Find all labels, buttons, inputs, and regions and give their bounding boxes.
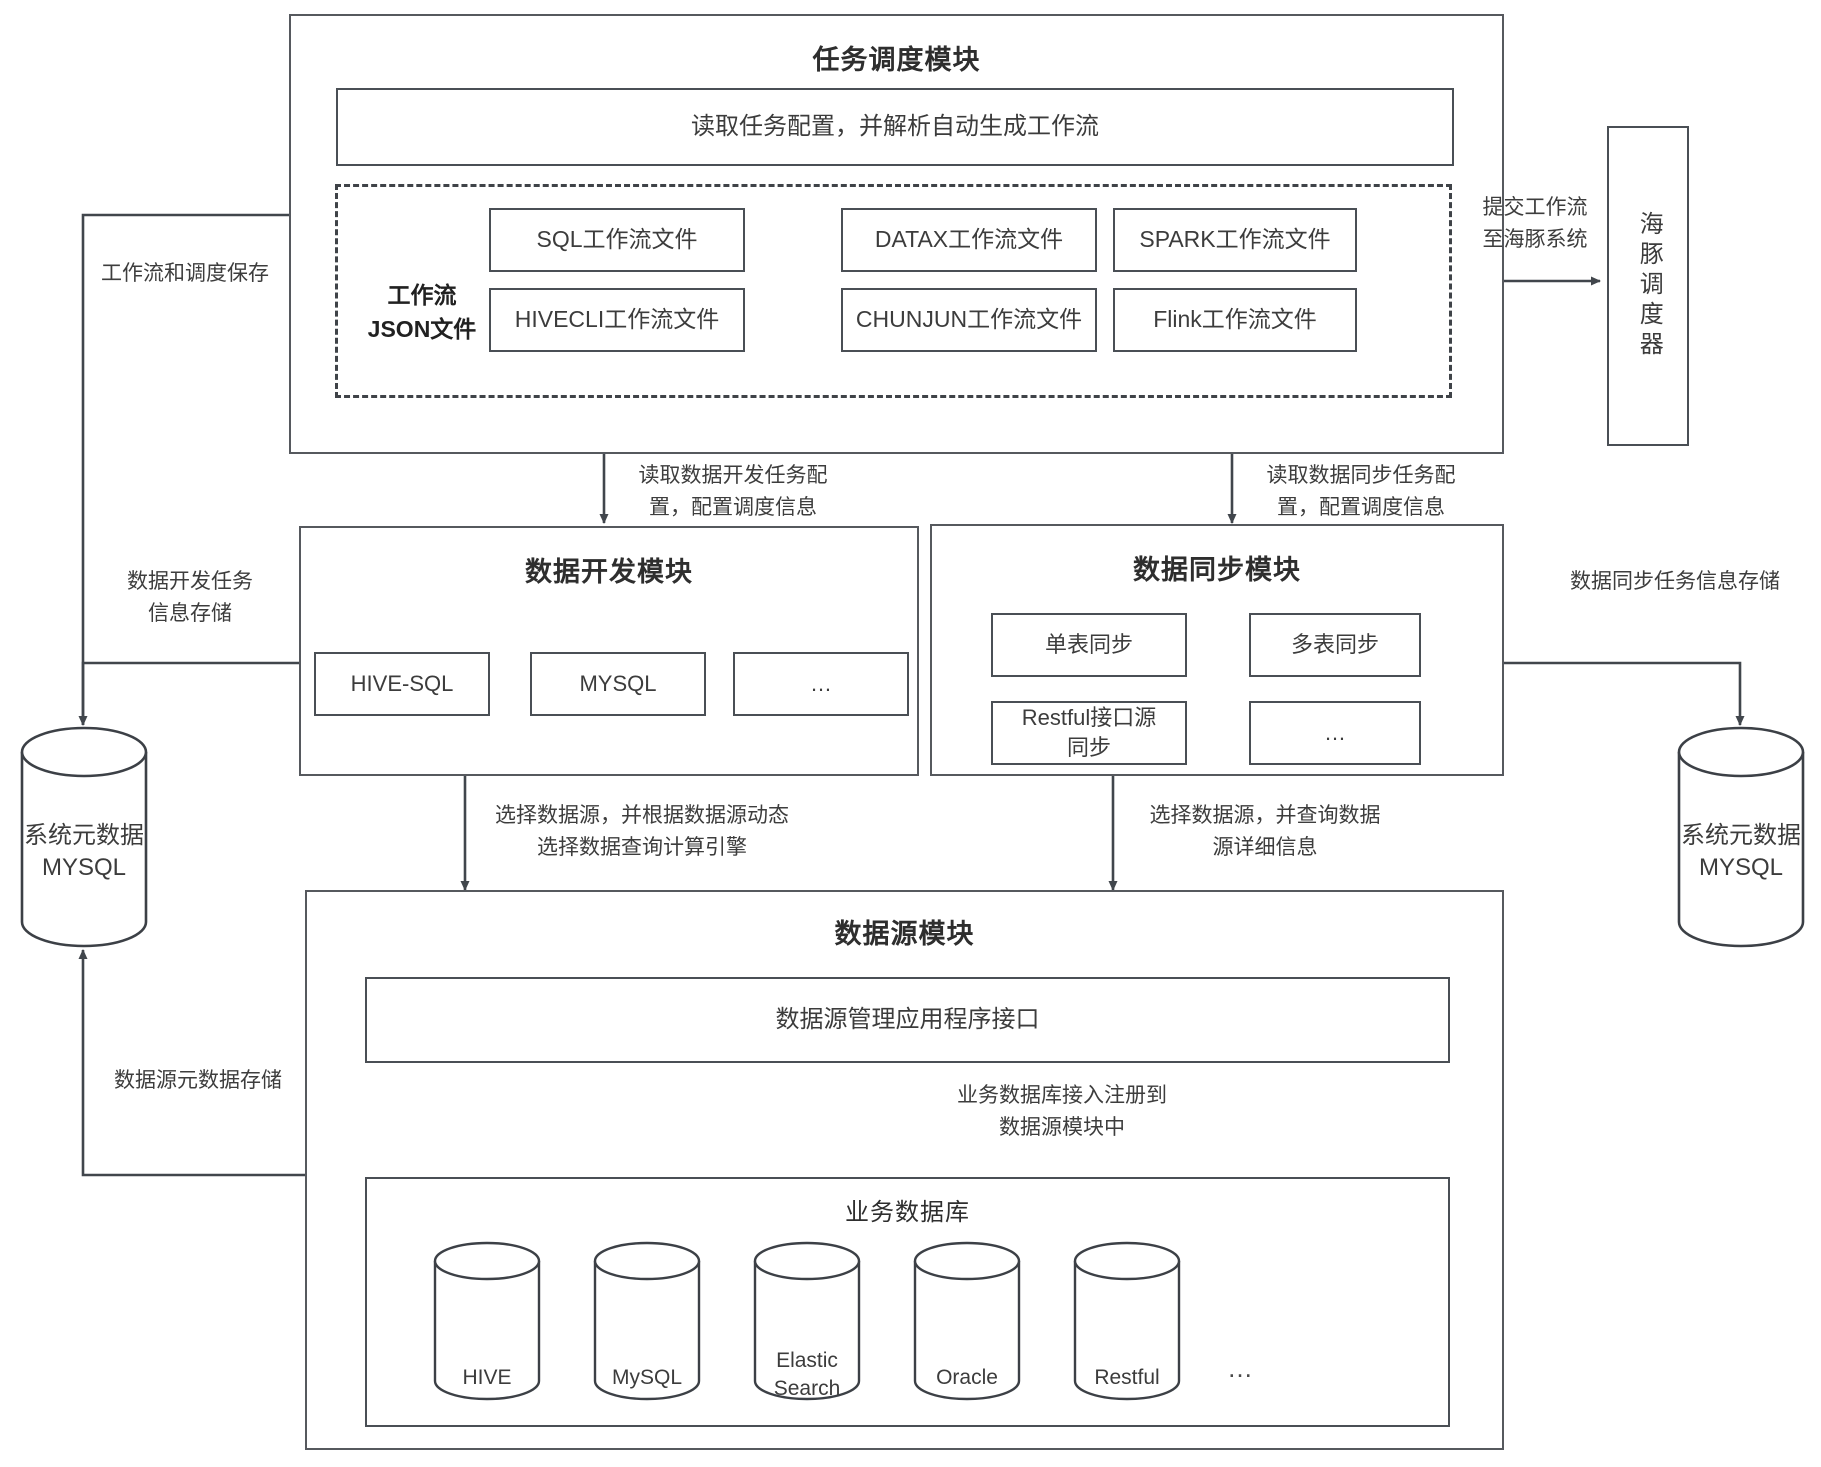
wire-dev-task-store — [81, 661, 299, 725]
db-label-mysql: MySQL — [611, 1366, 682, 1389]
dev-item-mysql[interactable]: MYSQL — [530, 652, 706, 716]
sync-item-restful-source[interactable]: Restful接口源 同步 — [991, 701, 1187, 765]
db-label-more: … — [1227, 1353, 1255, 1383]
data-sync-module: 数据同步模块 单表同步 多表同步 Restful接口源 同步 … — [930, 524, 1504, 776]
business-database-title: 业务数据库 — [845, 1199, 970, 1226]
label-select-source-query: 选择数据源，并查询数据 源详细信息 — [1149, 804, 1381, 859]
db-label-oracle: Oracle — [936, 1366, 998, 1389]
label-read-dev-task-config: 读取数据开发任务配 置，配置调度信息 — [638, 464, 828, 519]
business-database-panel: 业务数据库 HIVE MySQL Elastic Search Oracle R… — [365, 1177, 1450, 1427]
label-datasource-meta-store: 数据源元数据存储 — [114, 1069, 282, 1092]
dev-item-more[interactable]: … — [733, 652, 909, 716]
right-metadata-label: 系统元数据 MYSQL — [1681, 822, 1801, 882]
workflow-json-group-label: 工作流 JSON文件 — [367, 282, 477, 342]
sync-item-multi-table[interactable]: 多表同步 — [1249, 613, 1421, 677]
data-source-module: 数据源模块 数据源管理应用程序接口 业务数据库 HIVE MySQL Elast… — [305, 890, 1504, 1450]
label-select-source-engine: 选择数据源，并根据数据源动态 选择数据查询计算引擎 — [495, 804, 789, 859]
scheduling-module: 任务调度模块 读取任务配置，并解析自动生成工作流 工作流 JSON文件 SQL工… — [289, 14, 1504, 454]
dolphin-scheduler-box: 海豚调度器 — [1607, 126, 1689, 446]
data-dev-module: 数据开发模块 HIVE-SQL MYSQL … — [299, 526, 919, 776]
label-sync-task-store: 数据同步任务信息存储 — [1570, 570, 1780, 593]
sync-item-more[interactable]: … — [1249, 701, 1421, 765]
data-source-module-title: 数据源模块 — [834, 919, 975, 949]
workflow-file-spark[interactable]: SPARK工作流文件 — [1113, 208, 1357, 272]
left-metadata-label: 系统元数据 MYSQL — [24, 822, 144, 882]
wire-datasource-meta-store — [78, 949, 305, 1177]
workflow-file-sql[interactable]: SQL工作流文件 — [489, 208, 745, 272]
db-label-elastic-search: Elastic Search — [773, 1349, 841, 1401]
workflow-file-chunjun[interactable]: CHUNJUN工作流文件 — [841, 288, 1097, 352]
workflow-file-datax[interactable]: DATAX工作流文件 — [841, 208, 1097, 272]
submit-workflow-label: 提交工作流 至海豚系统 — [1482, 196, 1588, 251]
scheduling-module-title: 任务调度模块 — [812, 45, 981, 75]
db-label-hive: HIVE — [462, 1366, 512, 1389]
label-dev-task-store: 数据开发任务 信息存储 — [127, 570, 253, 625]
architecture-diagram: 任务调度模块 读取任务配置，并解析自动生成工作流 工作流 JSON文件 SQL工… — [0, 0, 1821, 1467]
workflow-file-hivecli[interactable]: HIVECLI工作流文件 — [489, 288, 745, 352]
data-dev-module-title: 数据开发模块 — [525, 557, 693, 587]
sync-item-single-table[interactable]: 单表同步 — [991, 613, 1187, 677]
wire-workflow-save — [78, 213, 289, 726]
dev-item-hive-sql[interactable]: HIVE-SQL — [314, 652, 490, 716]
db-label-restful: Restful — [1094, 1366, 1160, 1389]
wire-sync-task-store — [1504, 661, 1745, 726]
label-read-sync-task-config: 读取数据同步任务配 置，配置调度信息 — [1266, 464, 1456, 519]
label-workflow-save: 工作流和调度保存 — [101, 262, 269, 285]
datasource-api-strip: 数据源管理应用程序接口 — [365, 977, 1450, 1063]
data-sync-module-title: 数据同步模块 — [1133, 555, 1301, 585]
workflow-file-flink[interactable]: Flink工作流文件 — [1113, 288, 1357, 352]
read-task-config-strip: 读取任务配置，并解析自动生成工作流 — [336, 88, 1454, 166]
label-register-business-db: 业务数据库接入注册到 数据源模块中 — [957, 1084, 1167, 1139]
